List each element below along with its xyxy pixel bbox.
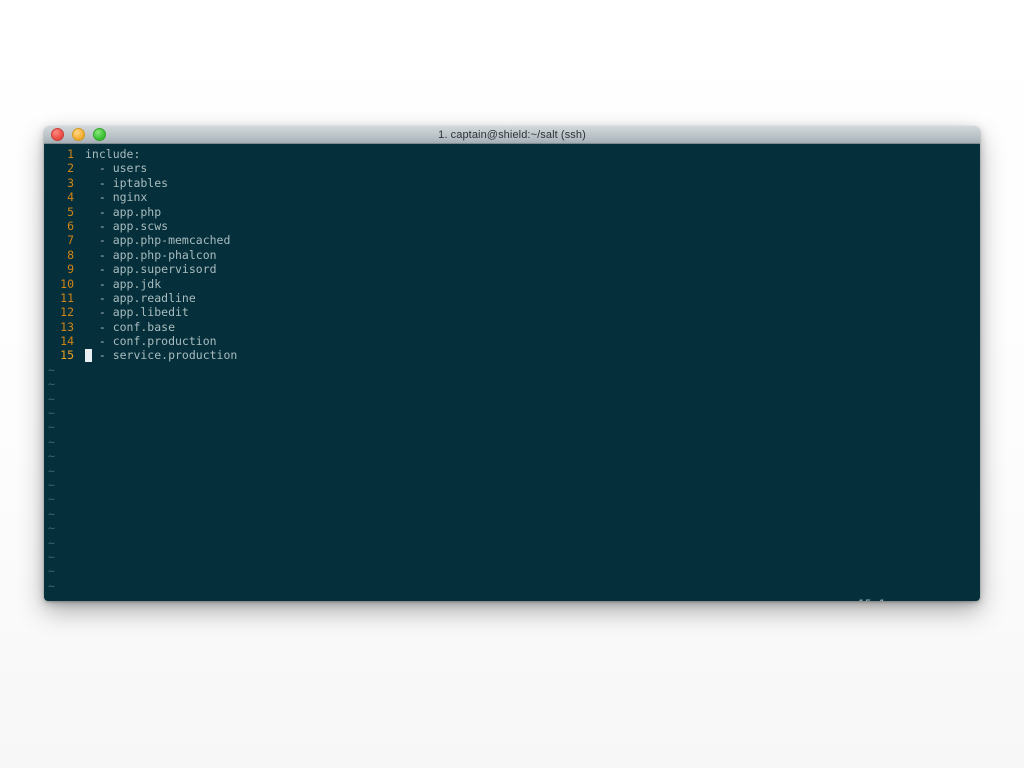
line-number: 5: [67, 204, 74, 219]
line-text: - app.libedit: [85, 305, 189, 320]
line-text: - conf.production: [85, 334, 217, 349]
zoom-button[interactable]: [93, 128, 106, 141]
window-title: 1. captain@shield:~/salt (ssh): [438, 128, 586, 141]
line-number: 13: [60, 319, 74, 334]
line-number: 14: [60, 334, 74, 349]
line-text: - iptables: [85, 175, 169, 190]
empty-line-marker-row: ~: [44, 392, 980, 406]
editor-line: 14 - conf.production: [44, 334, 980, 348]
editor-line: 2 - users: [44, 161, 980, 175]
line-text: include:: [85, 147, 141, 161]
editor-line: 11 - app.readline: [44, 291, 980, 305]
tilde-icon: ~: [48, 434, 55, 449]
line-text: - app.scws: [85, 218, 169, 233]
editor-line: 3 - iptables: [44, 176, 980, 190]
terminal-window: 1. captain@shield:~/salt (ssh) 1 include:…: [44, 126, 980, 601]
line-text: - app.php: [85, 204, 162, 219]
tilde-icon: ~: [48, 449, 55, 464]
line-text: - conf.base: [85, 319, 176, 334]
line-number: 4: [67, 190, 74, 205]
line-number: 9: [67, 262, 74, 277]
tilde-icon: ~: [48, 463, 55, 478]
empty-line-marker-row: ~: [44, 449, 980, 463]
editor-line: 1 include:: [44, 147, 980, 161]
editor-line: 13 - conf.base: [44, 320, 980, 334]
vim-editor-pane[interactable]: 1 include: 2 - users 3 - iptables 4 - nginx 5…: [44, 144, 980, 601]
empty-line-marker-row: ~: [44, 492, 980, 506]
line-text: - app.php-memcached: [85, 233, 231, 248]
tilde-icon: ~: [48, 391, 55, 406]
vim-status-line: 15,1 All: [44, 583, 980, 601]
cursor-position-indicator: 15,1: [858, 597, 886, 601]
editor-line: 9 - app.supervisord: [44, 262, 980, 276]
line-text: - service.production: [85, 348, 238, 363]
line-number: 2: [67, 161, 74, 176]
empty-line-marker-row: ~: [44, 406, 980, 420]
empty-line-marker-row: ~: [44, 507, 980, 521]
empty-line-marker-row: ~: [44, 464, 980, 478]
tilde-icon: ~: [48, 492, 55, 507]
empty-line-marker-row: ~: [44, 377, 980, 391]
editor-line: 10 - app.jdk: [44, 277, 980, 291]
editor-line: 6 - app.scws: [44, 219, 980, 233]
editor-line: 7 - app.php-memcached: [44, 233, 980, 247]
tilde-icon: ~: [48, 477, 55, 492]
tilde-icon: ~: [48, 549, 55, 564]
empty-line-marker-row: ~: [44, 521, 980, 535]
line-text: - nginx: [85, 190, 148, 205]
line-number: 3: [67, 175, 74, 190]
line-number: 6: [67, 218, 74, 233]
desktop-background: 1. captain@shield:~/salt (ssh) 1 include:…: [0, 0, 1024, 768]
tilde-icon: ~: [48, 420, 55, 435]
text-cursor: [85, 348, 92, 362]
line-text: - app.jdk: [85, 276, 162, 291]
empty-line-marker-row: ~: [44, 478, 980, 492]
tilde-icon: ~: [48, 506, 55, 521]
window-title-bar[interactable]: 1. captain@shield:~/salt (ssh): [44, 126, 980, 144]
close-button[interactable]: [51, 128, 64, 141]
line-text: - app.readline: [85, 290, 196, 305]
empty-line-marker-row: ~: [44, 536, 980, 550]
line-text: - app.php-phalcon: [85, 247, 217, 262]
line-number: 1: [67, 147, 74, 161]
tilde-icon: ~: [48, 377, 55, 392]
editor-empty-lines: ~ ~ ~ ~ ~ ~ ~ ~ ~ ~ ~ ~ ~ ~ ~ ~: [44, 363, 980, 593]
tilde-icon: ~: [48, 564, 55, 579]
editor-line: 15 - service.production: [44, 348, 980, 362]
editor-line: 8 - app.php-phalcon: [44, 248, 980, 262]
empty-line-marker-row: ~: [44, 420, 980, 434]
line-number: 11: [60, 290, 74, 305]
line-number: 15: [60, 348, 74, 363]
editor-lines: 1 include: 2 - users 3 - iptables 4 - nginx 5…: [44, 147, 980, 363]
line-text: - users: [85, 161, 148, 176]
tilde-icon: ~: [48, 521, 55, 536]
empty-line-marker-row: ~: [44, 564, 980, 578]
line-number: 8: [67, 247, 74, 262]
editor-line: 12 - app.libedit: [44, 305, 980, 319]
editor-line: 5 - app.php: [44, 205, 980, 219]
empty-line-marker-row: ~: [44, 435, 980, 449]
empty-line-marker-row: ~: [44, 363, 980, 377]
tilde-icon: ~: [48, 362, 55, 377]
window-controls: [51, 128, 106, 141]
tilde-icon: ~: [48, 535, 55, 550]
empty-line-marker-row: ~: [44, 550, 980, 564]
line-text: - app.supervisord: [85, 262, 217, 277]
line-number: 10: [60, 276, 74, 291]
minimize-button[interactable]: [72, 128, 85, 141]
editor-line: 4 - nginx: [44, 190, 980, 204]
tilde-icon: ~: [48, 406, 55, 421]
line-number: 12: [60, 305, 74, 320]
line-number: 7: [67, 233, 74, 248]
